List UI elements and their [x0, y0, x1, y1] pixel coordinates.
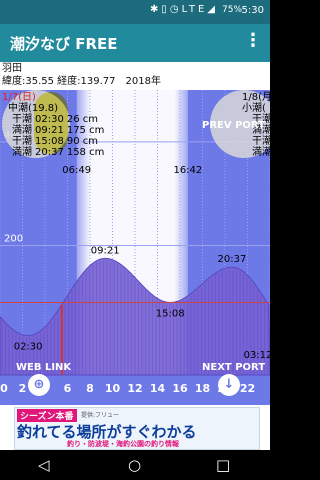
status-icons: ✱▯◷LTE◢ — [150, 4, 218, 15]
network-label: LTE — [181, 4, 208, 15]
location-name: 羽田 — [2, 63, 22, 74]
x-tick-label: 2 — [19, 382, 27, 395]
tide-row-level: 26 cm — [66, 114, 98, 125]
x-tick-label: 6 — [64, 382, 72, 395]
x-tick-label: 14 — [150, 382, 166, 395]
battery-level: 75% — [222, 5, 243, 15]
x-tick-label: 0 — [0, 382, 8, 395]
ad-banner[interactable]: シーズン本番 提供:フリュー 釣れてる場所がすぐわかる 釣り・防波堤・海釣公園の… — [0, 405, 270, 450]
overflow-menu-icon[interactable]: ⋮ — [244, 30, 262, 51]
location-info: 羽田 緯度:35.55 経度:139.77 2018年 — [0, 62, 270, 90]
tide-point-label: 02:30 — [14, 342, 43, 353]
x-tick-label: 8 — [86, 382, 94, 395]
app-bar: 潮汐なび FREE ⋮ — [0, 24, 270, 62]
tide-row-label: 干潮 — [252, 136, 270, 147]
tide-row-label: 満潮 — [252, 147, 270, 158]
app-title: 潮汐なび FREE — [10, 35, 118, 53]
tide-row: 満潮 — [242, 147, 270, 158]
highlight-marker — [34, 92, 68, 154]
sunrise-label: 06:49 — [62, 165, 91, 176]
web-link-button[interactable]: WEB LINK — [16, 362, 71, 373]
status-clock: 5:30 — [241, 5, 264, 16]
tide-point-label: 09:21 — [91, 245, 120, 256]
x-tick-label: 10 — [105, 382, 121, 395]
tide-point-label: 03:12 — [244, 350, 270, 361]
alarm-icon: ◷ — [169, 4, 182, 15]
tide-row-label: 満潮 — [12, 125, 32, 136]
x-tick-label: 12 — [127, 382, 142, 395]
x-tick-label: 18 — [195, 382, 210, 395]
tide-row: 干潮 — [242, 136, 270, 147]
y-tick-label: 200 — [4, 233, 23, 244]
recents-button[interactable]: □ — [216, 456, 230, 474]
home-button[interactable]: ○ — [128, 456, 141, 474]
signal-icon: ◢ — [207, 4, 218, 15]
prev-port-button[interactable]: PREV PORT — [202, 120, 265, 131]
tide-chart[interactable]: 200400 0246810121416182022 02:3009:2115:… — [0, 90, 270, 405]
tide-row-level: 90 cm — [66, 136, 98, 147]
vibrate-icon: ▯ — [161, 4, 170, 15]
tide-row-label: 干潮 — [12, 114, 32, 125]
location-coords: 緯度:35.55 経度:139.77 2018年 — [2, 76, 161, 87]
tide-type-label-next: 小潮( — [242, 103, 266, 114]
back-button[interactable]: ◁ — [38, 456, 50, 474]
x-tick-label: 16 — [172, 382, 188, 395]
tide-row-level: 158 cm — [66, 147, 105, 158]
ad-subtext: 釣り・防波堤・海釣公園の釣り情報 — [67, 440, 179, 448]
tide-point-label: 20:37 — [218, 254, 247, 265]
tide-row-label: 満潮 — [12, 147, 32, 158]
web-link-icon[interactable]: ⊕ — [28, 374, 50, 396]
system-nav-bar: ◁ ○ □ — [0, 450, 270, 480]
ad-content[interactable]: シーズン本番 提供:フリュー 釣れてる場所がすぐわかる 釣り・防波堤・海釣公園の… — [14, 407, 260, 450]
x-tick-label: 22 — [240, 382, 255, 395]
sunset-label: 16:42 — [173, 165, 202, 176]
date-label-next: 1/8(月) — [242, 92, 270, 103]
next-port-button[interactable]: NEXT PORT — [202, 362, 265, 373]
status-bar: ✱▯◷LTE◢ 75% 5:30 — [0, 0, 270, 24]
tide-point-label: 15:08 — [156, 308, 185, 319]
next-port-arrow-icon[interactable]: ↓ — [218, 374, 240, 396]
ad-sponsor: 提供:フリュー — [81, 412, 120, 419]
tide-row-level: 175 cm — [66, 125, 105, 136]
bluetooth-icon: ✱ — [150, 4, 162, 15]
tide-row-label: 干潮 — [12, 136, 32, 147]
